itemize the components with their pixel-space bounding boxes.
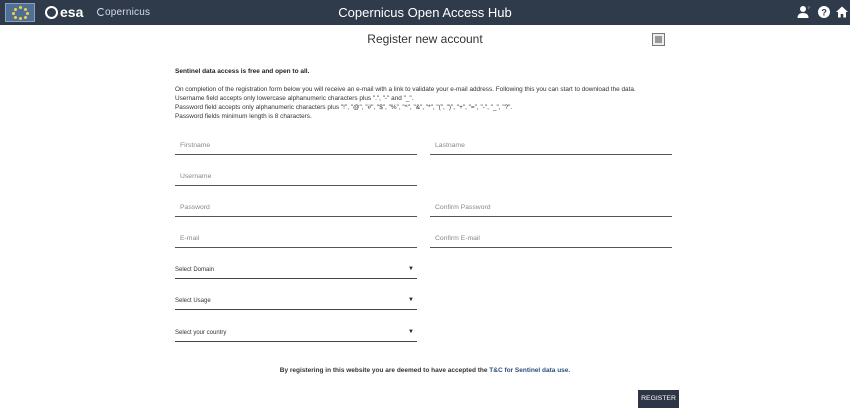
- country-select[interactable]: Select your country ▼: [175, 326, 417, 342]
- intro-line: Username field accepts only lowercase al…: [175, 95, 414, 102]
- intro-line: On completion of the registration form b…: [175, 86, 636, 93]
- confirm-password-placeholder: Confirm Password: [435, 204, 491, 211]
- intro-line: Password fields minimum length is 8 char…: [175, 113, 312, 120]
- lastname-field[interactable]: Lastname: [430, 139, 672, 155]
- caret-down-icon: ▼: [408, 329, 414, 335]
- svg-text:?: ?: [808, 5, 811, 10]
- terms-notice: By registering in this website you are d…: [0, 367, 850, 374]
- firstname-placeholder: Firstname: [180, 142, 211, 149]
- confirm-email-placeholder: Confirm E-mail: [435, 235, 480, 242]
- user-icon[interactable]: ?: [797, 5, 811, 19]
- usage-select[interactable]: Select Usage ▼: [175, 294, 417, 310]
- usage-select-label: Select Usage: [175, 298, 211, 304]
- intro-line: Password field accepts only alphanumeric…: [175, 104, 513, 111]
- confirm-email-field[interactable]: Confirm E-mail: [430, 232, 672, 248]
- password-field[interactable]: Password: [175, 201, 417, 217]
- page-title: Register new account: [367, 32, 483, 46]
- top-navbar: esa opernicus Copernicus Open Access Hub…: [0, 0, 850, 25]
- username-field[interactable]: Username: [175, 170, 417, 186]
- email-placeholder: E-mail: [180, 235, 200, 242]
- register-button[interactable]: REGISTER: [638, 390, 679, 408]
- app-title: Copernicus Open Access Hub: [338, 5, 512, 20]
- domain-select-label: Select Domain: [175, 267, 215, 273]
- firstname-field[interactable]: Firstname: [175, 139, 417, 155]
- country-select-label: Select your country: [175, 330, 227, 336]
- svg-text:?: ?: [821, 8, 827, 18]
- intro-heading: Sentinel data access is free and open to…: [175, 68, 310, 75]
- help-icon[interactable]: ?: [817, 5, 831, 19]
- terms-link[interactable]: T&C for Sentinel data use.: [489, 367, 570, 374]
- terms-text: By registering in this website you are d…: [279, 367, 490, 374]
- email-field[interactable]: E-mail: [175, 232, 417, 248]
- password-placeholder: Password: [180, 204, 210, 211]
- confirm-password-field[interactable]: Confirm Password: [430, 201, 672, 217]
- domain-select[interactable]: Select Domain ▼: [175, 263, 417, 279]
- username-placeholder: Username: [180, 173, 212, 180]
- home-icon[interactable]: [835, 5, 849, 19]
- lastname-placeholder: Lastname: [435, 142, 465, 149]
- caret-down-icon: ▼: [408, 297, 414, 303]
- report-flag-icon[interactable]: [652, 33, 665, 46]
- caret-down-icon: ▼: [408, 266, 414, 272]
